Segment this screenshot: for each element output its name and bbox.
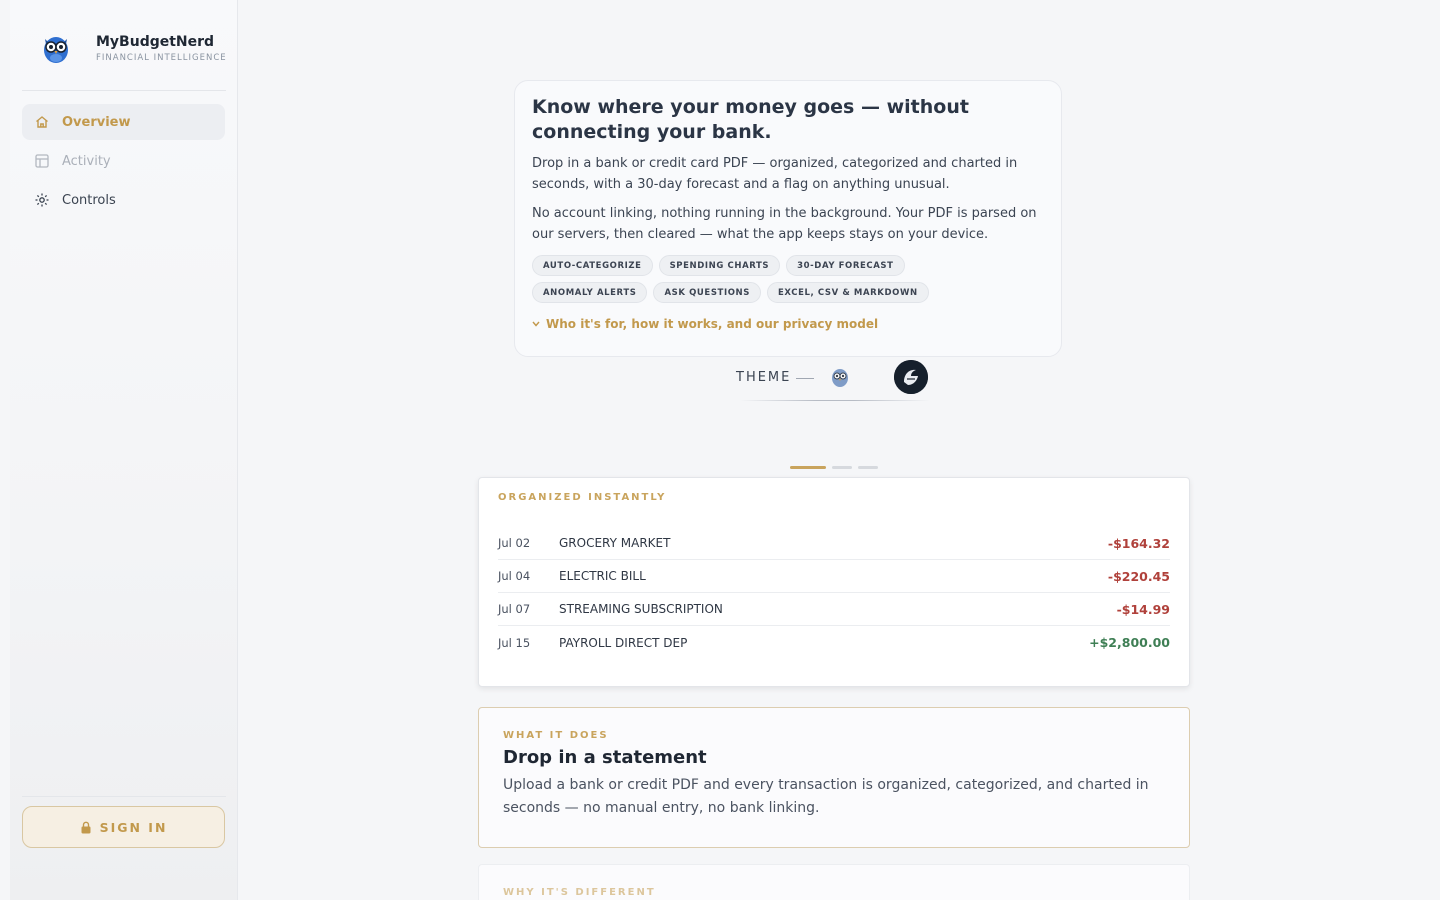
feature-chip: ANOMALY ALERTS (532, 282, 648, 303)
owl-logo-icon (38, 30, 74, 66)
sidebar-item-activity[interactable]: Activity (22, 143, 225, 179)
hero-paragraph: Drop in a bank or credit card PDF — orga… (532, 156, 1018, 192)
feature-chips: AUTO-CATEGORIZE SPENDING CHARTS 30-DAY F… (532, 255, 1002, 303)
card-eyebrow: WHAT IT DOES (503, 730, 609, 741)
table-row: Jul 04 ELECTRIC BILL -$220.45 (498, 560, 1170, 593)
tx-date: Jul 02 (498, 536, 531, 550)
owl-theme-icon[interactable] (829, 366, 851, 388)
tx-date: Jul 04 (498, 569, 531, 583)
divider (796, 378, 814, 379)
theme-label: THEME (736, 370, 792, 385)
feature-description: Upload a bank or credit PDF and every tr… (503, 777, 1149, 816)
theme-selector: THEME (736, 360, 936, 402)
table-row: Jul 15 PAYROLL DIRECT DEP +$2,800.00 (498, 626, 1170, 659)
home-icon (34, 114, 50, 130)
hero-paragraph: No account linking, nothing running in t… (532, 206, 1037, 242)
sidebar-item-label: Overview (62, 114, 131, 130)
sidebar-nav: Overview Activity Controls (22, 104, 225, 221)
transactions-preview-card: ORGANIZED INSTANTLY Jul 02 GROCERY MARKE… (478, 477, 1190, 687)
tx-description: PAYROLL DIRECT DEP (559, 635, 688, 650)
carousel-dot[interactable] (858, 466, 878, 469)
table-row: Jul 02 GROCERY MARKET -$164.32 (498, 527, 1170, 560)
tx-date: Jul 15 (498, 635, 531, 650)
feature-card: WHAT IT DOES Drop in a statement Upload … (478, 707, 1190, 848)
feature-chip: AUTO-CATEGORIZE (532, 255, 653, 276)
feature-chip: SPENDING CHARTS (658, 255, 781, 276)
sidebar-item-label: Activity (62, 153, 111, 169)
sidebar-item-controls[interactable]: Controls (22, 182, 225, 218)
dark-theme-icon[interactable] (894, 360, 928, 394)
feature-card: WHY IT'S DIFFERENT (478, 864, 1190, 900)
hero-card: Know where your money goes — without con… (514, 80, 1062, 357)
hero-title: Know where your money goes — without con… (532, 96, 969, 143)
table-icon (34, 153, 50, 169)
settings-sparkle-icon (34, 192, 50, 208)
tx-date: Jul 07 (498, 602, 531, 616)
tx-description: STREAMING SUBSCRIPTION (559, 602, 723, 616)
more-info-label: Who it's for, how it works, and our priv… (546, 317, 879, 331)
feature-title: Drop in a statement (503, 747, 707, 768)
feature-chip: EXCEL, CSV & MARKDOWN (766, 282, 929, 303)
carousel-dot-active[interactable] (790, 466, 826, 469)
tx-description: GROCERY MARKET (559, 536, 671, 550)
carousel-dot[interactable] (832, 466, 852, 469)
sidebar: MyBudgetNerd FINANCIAL INTELLIGENCE Over… (10, 0, 238, 900)
sidebar-item-overview[interactable]: Overview (22, 104, 225, 140)
sign-in-label: SIGN IN (99, 819, 168, 835)
tx-amount: -$14.99 (1116, 601, 1170, 617)
tx-description: ELECTRIC BILL (559, 569, 646, 583)
divider (22, 796, 226, 797)
brand[interactable]: MyBudgetNerd FINANCIAL INTELLIGENCE (38, 30, 226, 66)
tx-amount: -$220.45 (1107, 568, 1170, 584)
card-eyebrow: WHY IT'S DIFFERENT (503, 887, 656, 898)
more-info-toggle[interactable]: Who it's for, how it works, and our priv… (532, 317, 1044, 331)
divider (740, 400, 930, 401)
sidebar-item-label: Controls (62, 192, 116, 208)
sign-in-button[interactable]: SIGN IN (22, 806, 225, 848)
chevron-down-icon (532, 321, 540, 327)
lock-icon (81, 821, 91, 833)
app-name: MyBudgetNerd (96, 34, 215, 50)
carousel-indicator (790, 466, 878, 469)
feature-chip: 30-DAY FORECAST (786, 255, 905, 276)
tx-amount: +$2,800.00 (1089, 635, 1170, 650)
feature-chip: ASK QUESTIONS (653, 282, 761, 303)
transaction-list: Jul 02 GROCERY MARKET -$164.32 Jul 04 EL… (498, 527, 1170, 659)
tx-amount: -$164.32 (1107, 535, 1170, 551)
divider (22, 90, 226, 91)
table-row: Jul 07 STREAMING SUBSCRIPTION -$14.99 (498, 593, 1170, 626)
app-tagline: FINANCIAL INTELLIGENCE (96, 53, 227, 63)
card-eyebrow: ORGANIZED INSTANTLY (498, 492, 667, 503)
